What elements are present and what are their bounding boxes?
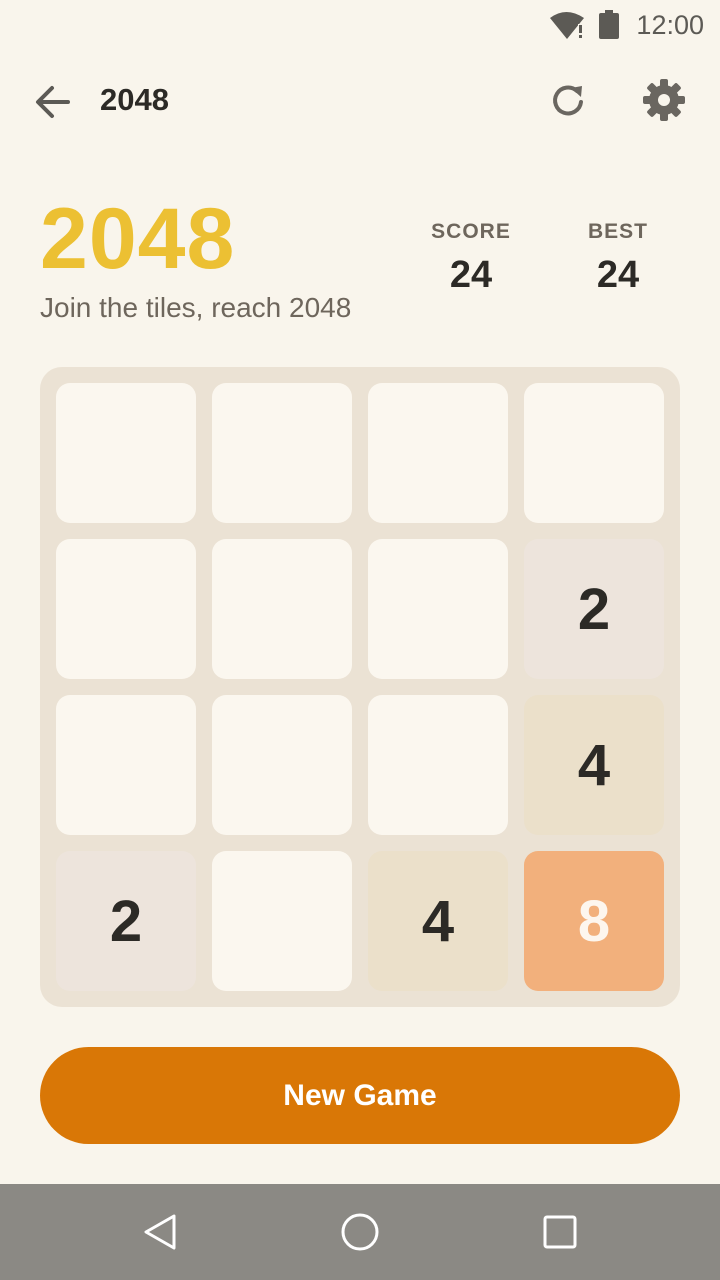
nav-home-button[interactable] xyxy=(336,1208,384,1256)
back-arrow-icon xyxy=(36,86,70,118)
gear-icon xyxy=(643,79,685,121)
empty-cell xyxy=(212,539,352,679)
app-title: 2048 xyxy=(100,82,169,117)
empty-cell xyxy=(368,695,508,835)
empty-cell xyxy=(56,695,196,835)
score-box: SCORE 24 xyxy=(411,220,531,297)
nav-recents-icon xyxy=(543,1215,577,1249)
best-label: BEST xyxy=(587,220,648,243)
empty-cell xyxy=(368,539,508,679)
tile-8: 8 xyxy=(524,851,664,991)
score-value: 24 xyxy=(449,254,493,296)
empty-cell xyxy=(212,383,352,523)
battery-icon xyxy=(599,10,619,39)
empty-cell xyxy=(212,851,352,991)
system-nav-bar xyxy=(0,1184,720,1280)
nav-home-icon xyxy=(341,1213,379,1251)
empty-cell xyxy=(56,383,196,523)
nav-recents-button[interactable] xyxy=(536,1208,584,1256)
empty-cell xyxy=(212,695,352,835)
back-button[interactable] xyxy=(28,78,76,126)
score-label: SCORE xyxy=(431,220,511,243)
nav-back-icon xyxy=(144,1214,176,1250)
wifi-alert-icon xyxy=(550,12,584,39)
empty-cell xyxy=(368,383,508,523)
best-score-box: BEST 24 xyxy=(558,220,678,297)
tagline: Join the tiles, reach 2048 xyxy=(40,292,352,323)
new-game-button[interactable]: New Game xyxy=(40,1047,680,1144)
nav-back-button[interactable] xyxy=(136,1208,184,1256)
settings-button[interactable] xyxy=(640,76,688,124)
empty-cell xyxy=(524,383,664,523)
best-value: 24 xyxy=(596,254,640,296)
tile-4: 4 xyxy=(368,851,508,991)
tile-2: 2 xyxy=(524,539,664,679)
game-logo: 2048 xyxy=(40,191,236,287)
status-time: 12:00 xyxy=(636,10,704,40)
game-board[interactable]: 24248 xyxy=(40,367,680,1007)
tile-2: 2 xyxy=(56,851,196,991)
empty-cell xyxy=(56,539,196,679)
app-bar: 2048 xyxy=(0,56,720,144)
tile-4: 4 xyxy=(524,695,664,835)
refresh-button[interactable] xyxy=(544,76,592,124)
status-bar: 12:00 xyxy=(0,0,720,48)
refresh-icon xyxy=(553,85,583,116)
